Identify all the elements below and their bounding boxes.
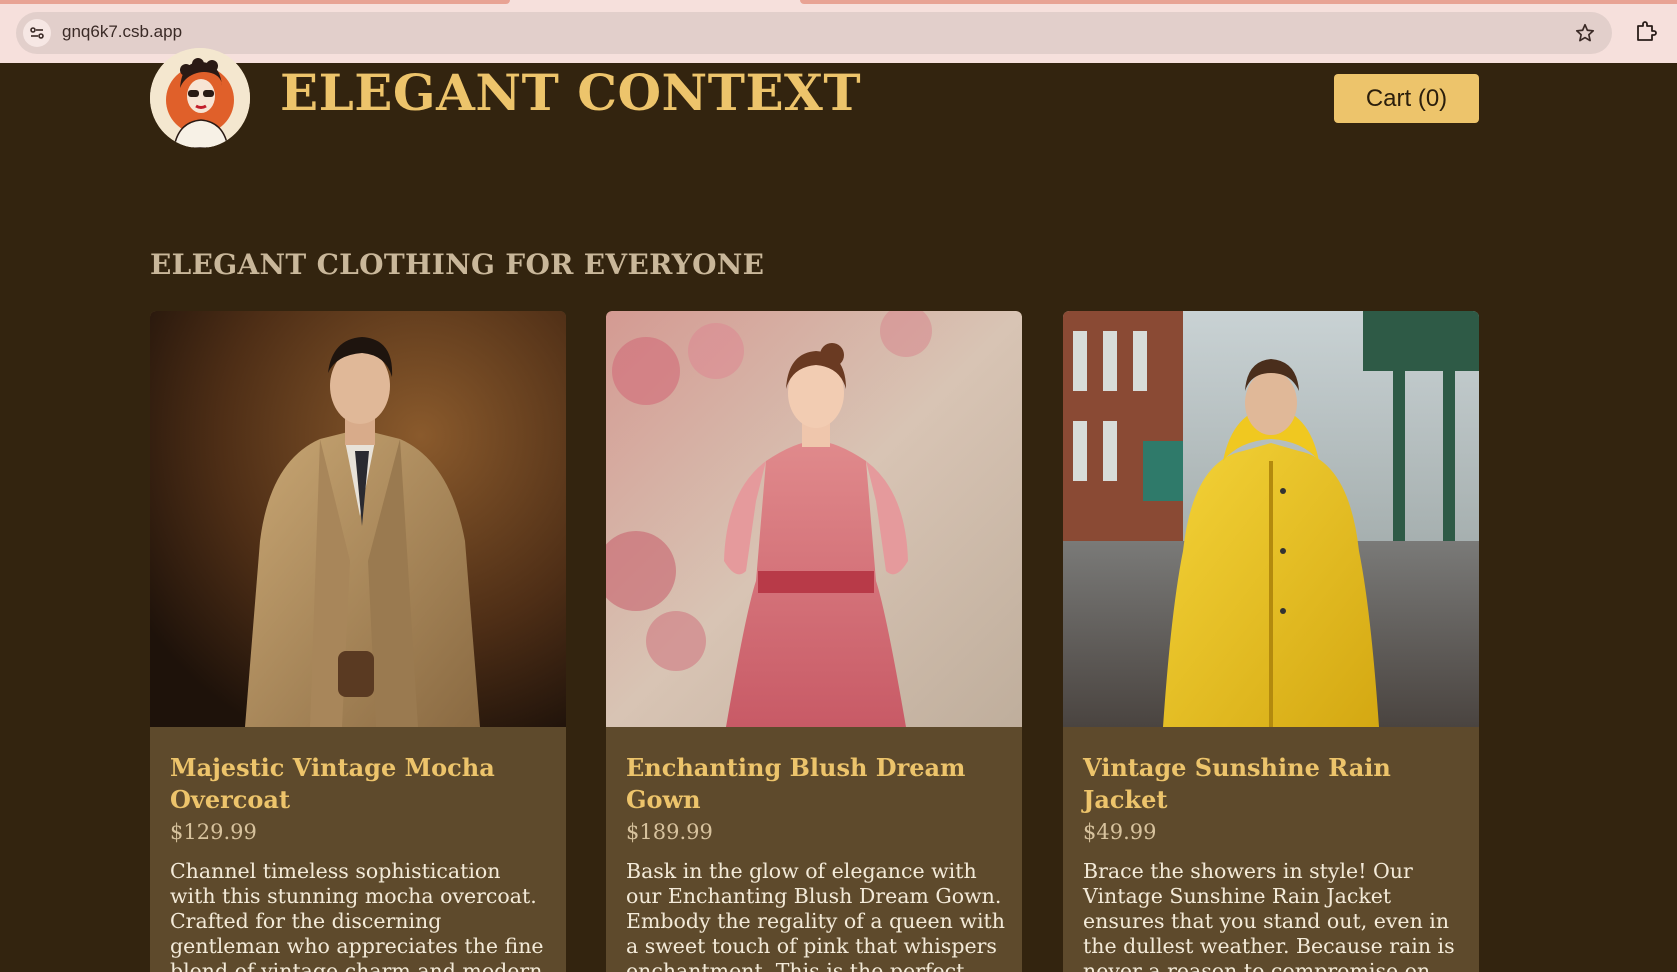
product-description: Channel timeless sophistication with thi… [170,859,544,972]
tab-edge-right [800,0,1677,4]
site-info-icon[interactable] [23,19,51,47]
product-card[interactable]: Majestic Vintage Mocha Overcoat $129.99 … [150,311,566,972]
url-text[interactable]: gnq6k7.csb.app [62,22,182,42]
address-bar[interactable]: gnq6k7.csb.app [16,12,1612,54]
product-details: Vintage Sunshine Rain Jacket $49.99 Brac… [1083,752,1463,972]
product-title[interactable]: Vintage Sunshine Rain Jacket [1083,752,1463,816]
browser-toolbar: gnq6k7.csb.app [0,0,1677,63]
product-description: Bask in the glow of elegance with our En… [626,859,1005,972]
product-price: $189.99 [626,820,713,844]
product-title[interactable]: Enchanting Blush Dream Gown [626,752,1006,816]
product-price: $129.99 [170,820,257,844]
tab-edge-left [0,0,510,4]
product-image[interactable] [606,311,1022,727]
bookmark-star-icon[interactable] [1574,22,1596,44]
product-description: Brace the showers in style! Our Vintage … [1083,859,1455,972]
product-image[interactable] [150,311,566,727]
product-title[interactable]: Majestic Vintage Mocha Overcoat [170,752,550,816]
product-details: Majestic Vintage Mocha Overcoat $129.99 … [170,752,550,972]
tab-strip [0,0,1677,5]
product-price: $49.99 [1083,820,1157,844]
product-details: Enchanting Blush Dream Gown $189.99 Bask… [626,752,1006,972]
product-image[interactable] [1063,311,1479,727]
extensions-puzzle-icon[interactable] [1634,19,1658,43]
product-card[interactable]: Vintage Sunshine Rain Jacket $49.99 Brac… [1063,311,1479,972]
brand-name[interactable]: ELEGANT CONTEXT [280,63,861,122]
brand-logo[interactable] [150,48,250,148]
product-card[interactable]: Enchanting Blush Dream Gown $189.99 Bask… [606,311,1022,972]
cart-button[interactable]: Cart (0) [1334,74,1479,123]
section-title: ELEGANT CLOTHING FOR EVERYONE [150,248,765,281]
